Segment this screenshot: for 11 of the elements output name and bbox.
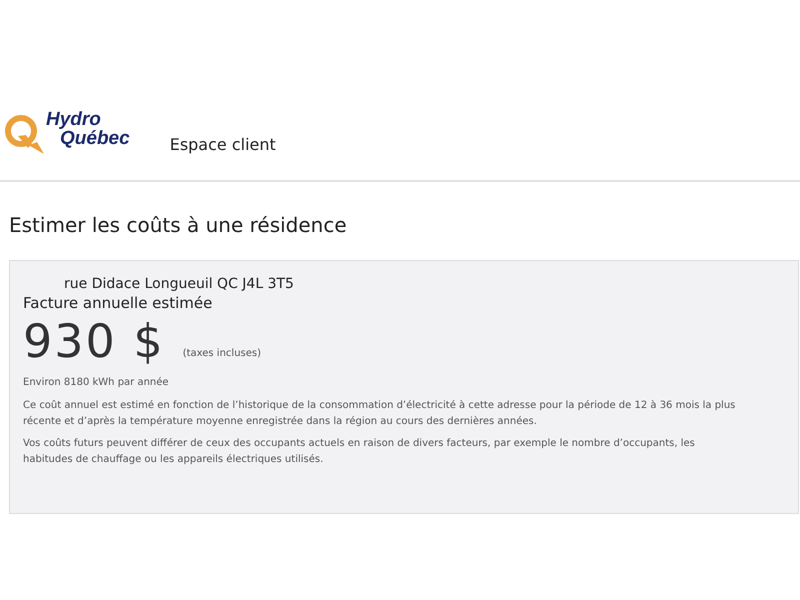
logo-text: Hydro Québec — [46, 110, 130, 148]
estimate-label: Facture annuelle estimée — [23, 293, 214, 313]
note-paragraph: Ce coût annuel est estimé en fonction de l’historique de la consommation d’électricité à cette adresse pour la période de 12 à 36 mois la plus récente et d’après la température moyenne enregistrée dans la région au cours des dernières années. — [23, 399, 736, 429]
section-title: Espace client — [170, 135, 276, 154]
consumption-text: Environ 8180 kWh par année — [23, 377, 170, 388]
q-logo-icon — [4, 112, 44, 156]
page-title: Estimer les coûts à une résidence — [9, 212, 348, 238]
tax-note: (taxes incluses) — [182, 348, 262, 359]
note-paragraph: Vos coûts futurs peuvent différer de ceux des occupants actuels en raison de divers facteurs, par exemple le nombre d’occupants, les habitudes de chauffage ou les appareils électriques utilisés. — [23, 437, 696, 467]
amount-text: 930 $ — [23, 315, 165, 367]
address-text: rue Didace Longueuil QC J4L 3T5 — [64, 275, 295, 293]
